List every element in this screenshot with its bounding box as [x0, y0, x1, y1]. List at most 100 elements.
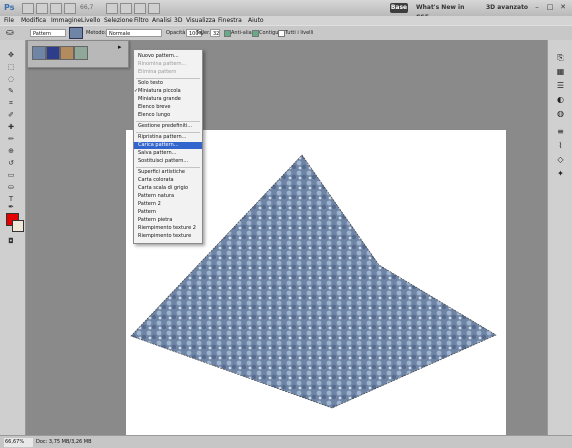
move-tool-icon[interactable]: ✥: [5, 50, 17, 60]
menu-aiuto[interactable]: Aiuto: [248, 16, 264, 25]
pattern-menu-item[interactable]: Riempimento texture: [134, 233, 202, 240]
eyedropper-tool-icon[interactable]: ✐: [5, 110, 17, 120]
minimize-button[interactable]: –: [532, 2, 542, 12]
tools-panel: ✥ ⬚ ◌ ✎ ⌗ ✐ ✚ ✏ ⊕ ↺ ▭ ⛀ T ✒ ◘: [0, 40, 26, 435]
channels-icon[interactable]: ≡: [554, 126, 567, 137]
pattern-menu-item[interactable]: Pattern pietra: [134, 217, 202, 224]
pattern-menu-item[interactable]: Superfici artistiche: [134, 169, 202, 176]
antialias-label: Anti-alias: [231, 30, 255, 36]
healing-tool-icon[interactable]: ✚: [5, 122, 17, 132]
3d-icon[interactable]: ◇: [554, 154, 567, 165]
paint-bucket-tool-icon[interactable]: ⛀: [5, 182, 17, 192]
pattern-swatch-wood[interactable]: [60, 46, 74, 60]
menu-3d[interactable]: 3D: [174, 16, 182, 25]
pattern-menu-item[interactable]: Pattern: [134, 209, 202, 216]
arrange-documents-icon[interactable]: [134, 3, 146, 14]
pattern-menu-item[interactable]: Pattern 2: [134, 201, 202, 208]
workspace-base-button[interactable]: Base: [390, 3, 408, 13]
menu-selezione[interactable]: Selezione: [104, 16, 133, 25]
zoom-tool-icon[interactable]: [120, 3, 132, 14]
quick-select-tool-icon[interactable]: ✎: [5, 86, 17, 96]
method-select[interactable]: Normale: [106, 29, 162, 37]
layers-icon[interactable]: ☰: [554, 80, 567, 91]
all-layers-checkbox[interactable]: [278, 30, 285, 37]
extras-icon[interactable]: [50, 3, 62, 14]
pattern-menu-item[interactable]: Solo testo: [134, 80, 202, 87]
tolerance-input[interactable]: 32: [210, 29, 220, 37]
lasso-tool-icon[interactable]: ◌: [5, 74, 17, 84]
crop-tool-icon[interactable]: ⌗: [5, 98, 17, 108]
pattern-swatch-blue[interactable]: [46, 46, 60, 60]
pattern-menu-item[interactable]: Elenco breve: [134, 104, 202, 111]
checkmark-icon: ✓: [134, 88, 139, 94]
picker-menu-icon[interactable]: ▸: [118, 43, 126, 51]
styles-icon[interactable]: ✦: [554, 168, 567, 179]
menu-modifica[interactable]: Modifica: [21, 16, 46, 25]
title-bar: Ps 66,7 Base What's New in CS5 3D avanza…: [0, 0, 572, 21]
adjustments-icon[interactable]: ◐: [554, 94, 567, 105]
paint-bucket-icon[interactable]: ⛀: [6, 28, 18, 38]
pen-tool-icon[interactable]: ✒: [5, 202, 17, 212]
pattern-menu-item[interactable]: Gestione predefiniti...: [134, 123, 202, 130]
status-bar: 66,67% Doc: 3,75 MB/3,26 MB: [0, 435, 572, 448]
menu-finestra[interactable]: Finestra: [218, 16, 242, 25]
history-icon[interactable]: ⎘: [554, 52, 567, 63]
background-color-swatch[interactable]: [12, 220, 24, 232]
zoom-level-icon[interactable]: [64, 3, 76, 14]
pattern-menu-item[interactable]: Carta scala di grigio: [134, 185, 202, 192]
pattern-menu-item[interactable]: Riempimento texture 2: [134, 225, 202, 232]
antialias-checkbox[interactable]: [224, 30, 231, 37]
pattern-swatch-green[interactable]: [74, 46, 88, 60]
menu-visualizza[interactable]: Visualizza: [186, 16, 216, 25]
contiguous-checkbox[interactable]: [252, 30, 259, 37]
hand-tool-icon[interactable]: [106, 3, 118, 14]
history-brush-tool-icon[interactable]: ↺: [5, 158, 17, 168]
screen-mode-icon[interactable]: [148, 3, 160, 14]
pattern-picker-popup: ▸: [27, 40, 129, 68]
menu-livello[interactable]: Livello: [81, 16, 100, 25]
pattern-menu-item[interactable]: Pattern natura: [134, 193, 202, 200]
menu-immagine[interactable]: Immagine: [51, 16, 81, 25]
contiguous-label: Contigui: [259, 30, 280, 36]
menu-separator: [136, 121, 200, 122]
pattern-preview-button[interactable]: [69, 27, 83, 39]
pattern-menu-item[interactable]: Carta colorata: [134, 177, 202, 184]
maximize-button[interactable]: □: [545, 2, 555, 12]
menu-separator: [136, 132, 200, 133]
pattern-menu-item[interactable]: Nuovo pattern...: [134, 53, 202, 60]
pattern-swatch-bubbles[interactable]: [32, 46, 46, 60]
eraser-tool-icon[interactable]: ▭: [5, 170, 17, 180]
pattern-menu-item[interactable]: Miniatura grande: [134, 96, 202, 103]
quick-mask-icon[interactable]: ◘: [5, 236, 17, 246]
pattern-menu-item[interactable]: Salva pattern...: [134, 150, 202, 157]
workspace-3d-advanced-button[interactable]: 3D avanzato: [486, 3, 530, 13]
pattern-menu-item[interactable]: Carica pattern...: [134, 142, 202, 149]
menu-separator: [136, 78, 200, 79]
marquee-tool-icon[interactable]: ⬚: [5, 62, 17, 72]
pattern-menu-item[interactable]: Sostituisci pattern...: [134, 158, 202, 165]
fill-source-select[interactable]: Pattern: [30, 29, 66, 37]
menu-filtro[interactable]: Filtro: [134, 16, 149, 25]
pattern-menu-item[interactable]: Elenco lungo: [134, 112, 202, 119]
paths-icon[interactable]: ⌇: [554, 140, 567, 151]
menu-analisi[interactable]: Analisi: [152, 16, 172, 25]
close-button[interactable]: ✕: [558, 2, 568, 12]
pattern-menu-item[interactable]: Miniatura piccola ✓: [134, 88, 202, 95]
masks-icon[interactable]: ◍: [554, 108, 567, 119]
clone-stamp-tool-icon[interactable]: ⊕: [5, 146, 17, 156]
method-label: Metodo:: [86, 30, 107, 36]
swatches-icon[interactable]: ▦: [554, 66, 567, 77]
menu-file[interactable]: File: [4, 16, 14, 25]
minibridge-icon[interactable]: [36, 3, 48, 14]
photoshop-window: Ps 66,7 Base What's New in CS5 3D avanza…: [0, 0, 572, 448]
zoom-select[interactable]: 66,7: [80, 3, 102, 12]
pattern-menu-item[interactable]: Ripristina pattern...: [134, 134, 202, 141]
zoom-level-field[interactable]: 66,67%: [4, 438, 33, 447]
opacity-label: Opacità:: [166, 30, 188, 36]
document-size-info: Doc: 3,75 MB/3,26 MB: [36, 439, 92, 445]
bridge-icon[interactable]: [22, 3, 34, 14]
brush-tool-icon[interactable]: ✏: [5, 134, 17, 144]
options-bar: ⛀ Pattern Metodo: Normale Opacità: 100% …: [0, 25, 572, 41]
workspace-whatsnew-button[interactable]: What's New in CS5: [416, 3, 476, 21]
pattern-menu-item: Rinomina pattern...: [138, 61, 187, 67]
